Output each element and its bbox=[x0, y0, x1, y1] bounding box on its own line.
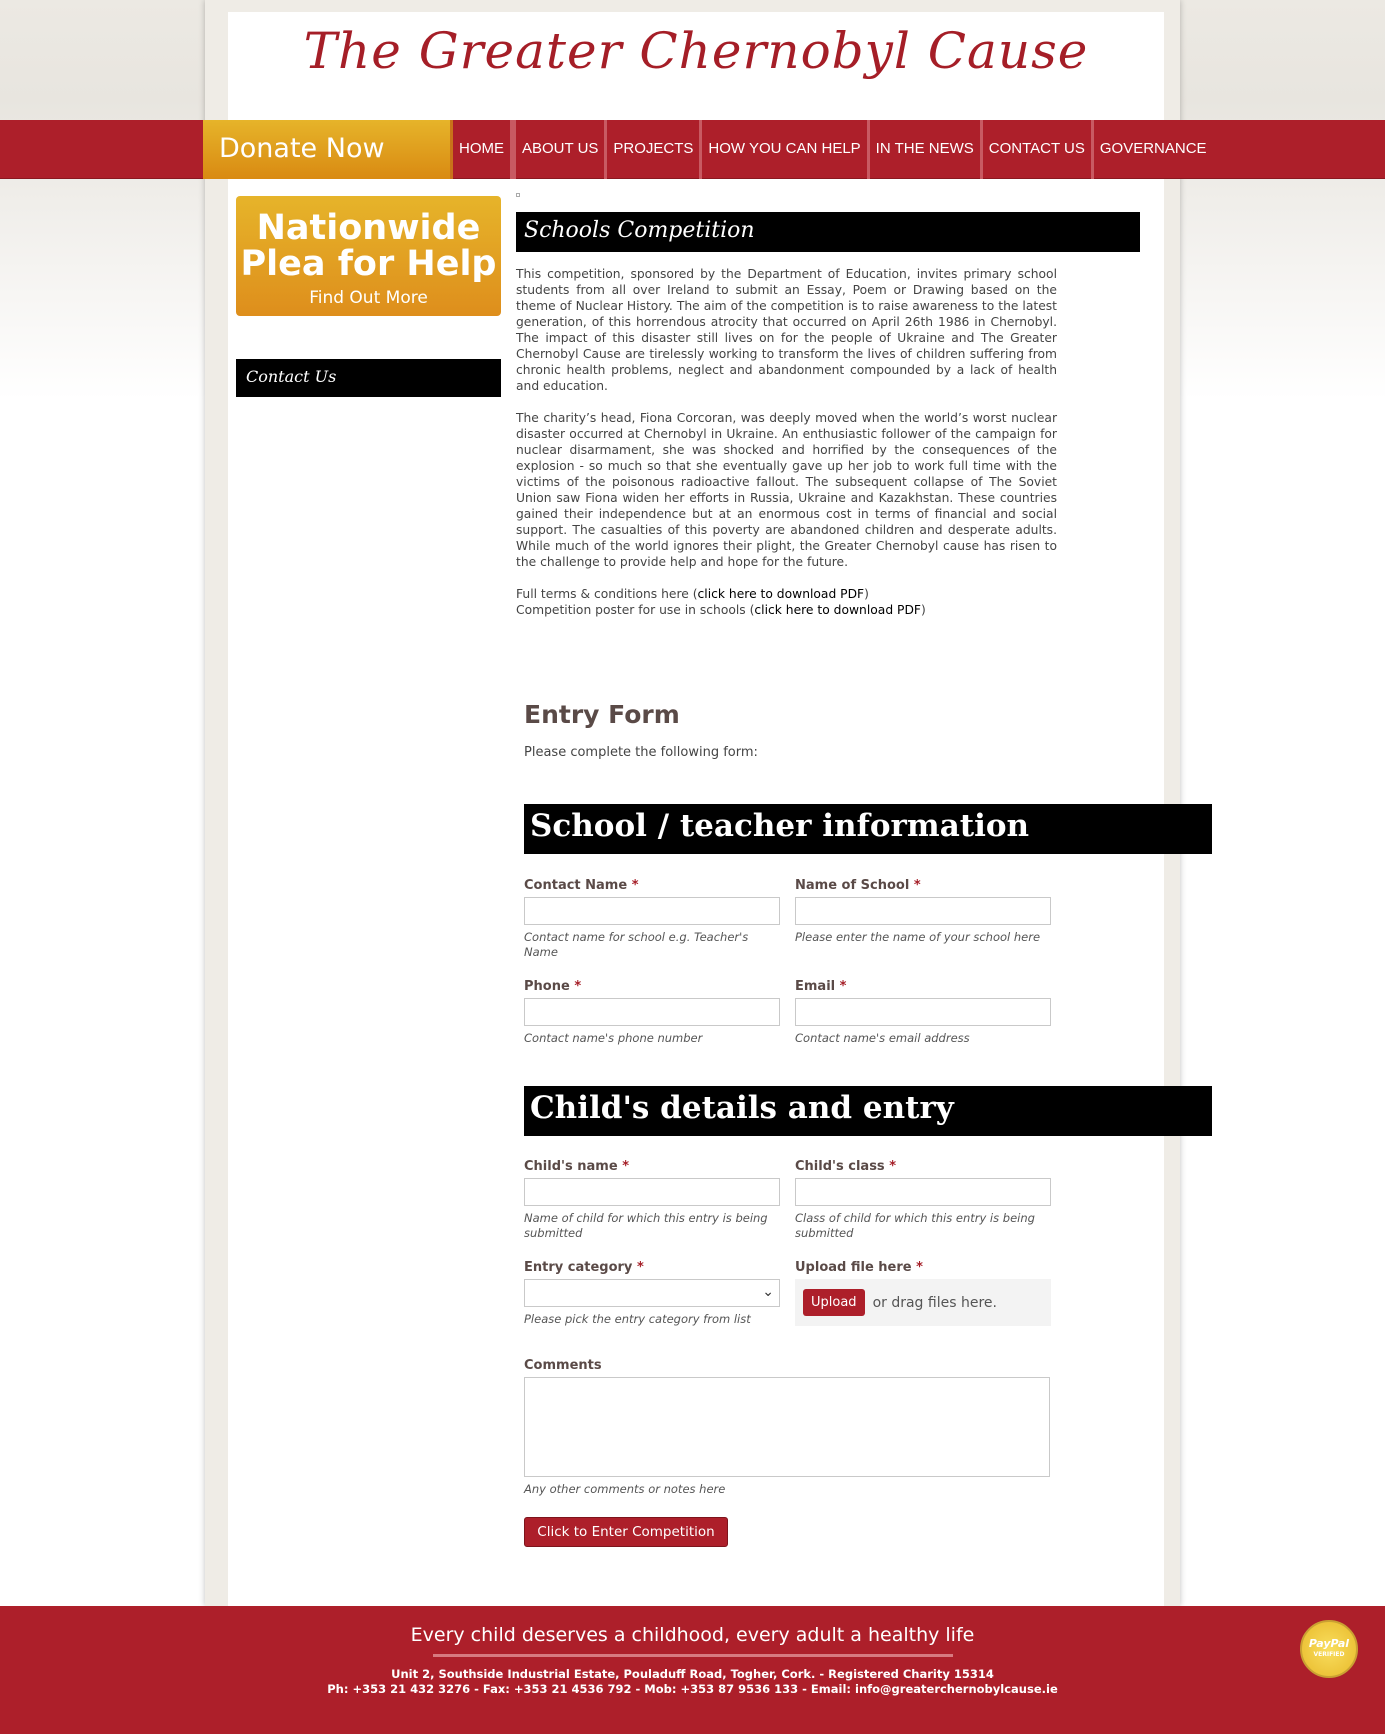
upload-field: Upload file here * Upload or drag files … bbox=[795, 1260, 1051, 1326]
nav-about-us[interactable]: ABOUT US bbox=[513, 120, 604, 179]
nav-home[interactable]: HOME bbox=[453, 120, 513, 179]
sidebar-contact-heading[interactable]: Contact Us bbox=[236, 359, 501, 397]
donate-now-button[interactable]: Donate Now bbox=[203, 120, 453, 179]
download-links: Full terms & conditions here (click here… bbox=[516, 586, 1057, 618]
phone-help: Contact name's phone number bbox=[524, 1031, 703, 1045]
poster-download-link[interactable]: click here to download PDF bbox=[754, 603, 921, 617]
entry-category-select[interactable]: ⌄ bbox=[524, 1279, 780, 1307]
broken-image-icon bbox=[516, 193, 520, 197]
main-nav: HOME ABOUT US PROJECTS HOW YOU CAN HELP … bbox=[453, 120, 1213, 179]
footer-tagline: Every child deserves a childhood, every … bbox=[410, 1624, 975, 1646]
article-heading: Schools Competition bbox=[516, 212, 1140, 252]
email-field: Email * Contact name's email address bbox=[795, 979, 1051, 1046]
child-name-field: Child's name * Name of child for which t… bbox=[524, 1159, 780, 1241]
comments-help: Any other comments or notes here bbox=[524, 1482, 726, 1496]
article-body: This competition, sponsored by the Depar… bbox=[516, 266, 1057, 618]
comments-textarea[interactable] bbox=[524, 1377, 1050, 1477]
plea-link[interactable]: Find Out More bbox=[236, 288, 501, 308]
poster-line: Competition poster for use in schools (c… bbox=[516, 603, 926, 617]
footer-contacts: Ph: +353 21 432 3276 - Fax: +353 21 4536… bbox=[327, 1682, 1058, 1696]
entry-category-value[interactable] bbox=[524, 1279, 780, 1307]
footer-address: Unit 2, Southside Industrial Estate, Pou… bbox=[391, 1667, 994, 1681]
contact-name-field: Contact Name * Contact name for school e… bbox=[524, 878, 780, 960]
nav-in-the-news[interactable]: IN THE NEWS bbox=[866, 120, 980, 179]
child-class-input[interactable] bbox=[795, 1178, 1051, 1206]
plea-banner[interactable]: Nationwide Plea for Help Find Out More bbox=[236, 196, 501, 316]
contact-name-help: Contact name for school e.g. Teacher's N… bbox=[524, 930, 749, 959]
footer-divider bbox=[432, 1654, 953, 1657]
nav-contact-us[interactable]: CONTACT US bbox=[979, 120, 1091, 179]
section-school-info: School / teacher information bbox=[524, 804, 1212, 854]
submit-button[interactable]: Click to Enter Competition bbox=[524, 1517, 728, 1547]
child-class-help: Class of child for which this entry is b… bbox=[795, 1211, 1035, 1240]
chevron-down-icon[interactable]: ⌄ bbox=[762, 1284, 774, 1300]
form-subtitle: Please complete the following form: bbox=[524, 745, 758, 760]
plea-title: Nationwide Plea for Help bbox=[240, 208, 497, 284]
form-title: Entry Form bbox=[524, 700, 680, 729]
upload-button[interactable]: Upload bbox=[803, 1289, 865, 1316]
contact-name-input[interactable] bbox=[524, 897, 780, 925]
email-input[interactable] bbox=[795, 998, 1051, 1026]
child-name-input[interactable] bbox=[524, 1178, 780, 1206]
email-help: Contact name's email address bbox=[795, 1031, 970, 1045]
site-title[interactable]: The Greater Chernobyl Cause bbox=[228, 22, 1164, 80]
nav-how-you-can-help[interactable]: HOW YOU CAN HELP bbox=[699, 120, 866, 179]
upload-dropzone[interactable]: Upload or drag files here. bbox=[795, 1279, 1051, 1326]
footer: Every child deserves a childhood, every … bbox=[0, 1606, 1385, 1734]
comments-field: Comments Any other comments or notes her… bbox=[524, 1358, 1050, 1497]
terms-line: Full terms & conditions here (click here… bbox=[516, 587, 869, 601]
paypal-verified-icon[interactable]: PayPal VERIFIED bbox=[1300, 1620, 1358, 1678]
school-name-help: Please enter the name of your school her… bbox=[795, 930, 1041, 944]
child-class-field: Child's class * Class of child for which… bbox=[795, 1159, 1051, 1241]
nav-projects[interactable]: PROJECTS bbox=[604, 120, 699, 179]
article-paragraph: This competition, sponsored by the Depar… bbox=[516, 267, 1057, 393]
nav-governance[interactable]: GOVERNANCE bbox=[1090, 120, 1213, 179]
entry-category-field: Entry category * ⌄ Please pick the entry… bbox=[524, 1260, 780, 1327]
article-paragraph: The charity’s head, Fiona Corcoran, was … bbox=[516, 411, 1057, 569]
school-name-input[interactable] bbox=[795, 897, 1051, 925]
phone-input[interactable] bbox=[524, 998, 780, 1026]
section-child-details: Child's details and entry bbox=[524, 1086, 1212, 1136]
school-name-field: Name of School * Please enter the name o… bbox=[795, 878, 1051, 945]
child-name-help: Name of child for which this entry is be… bbox=[524, 1211, 768, 1240]
drag-hint: or drag files here. bbox=[872, 1294, 997, 1311]
entry-category-help: Please pick the entry category from list bbox=[524, 1312, 751, 1326]
phone-field: Phone * Contact name's phone number bbox=[524, 979, 780, 1046]
terms-download-link[interactable]: click here to download PDF bbox=[698, 587, 865, 601]
